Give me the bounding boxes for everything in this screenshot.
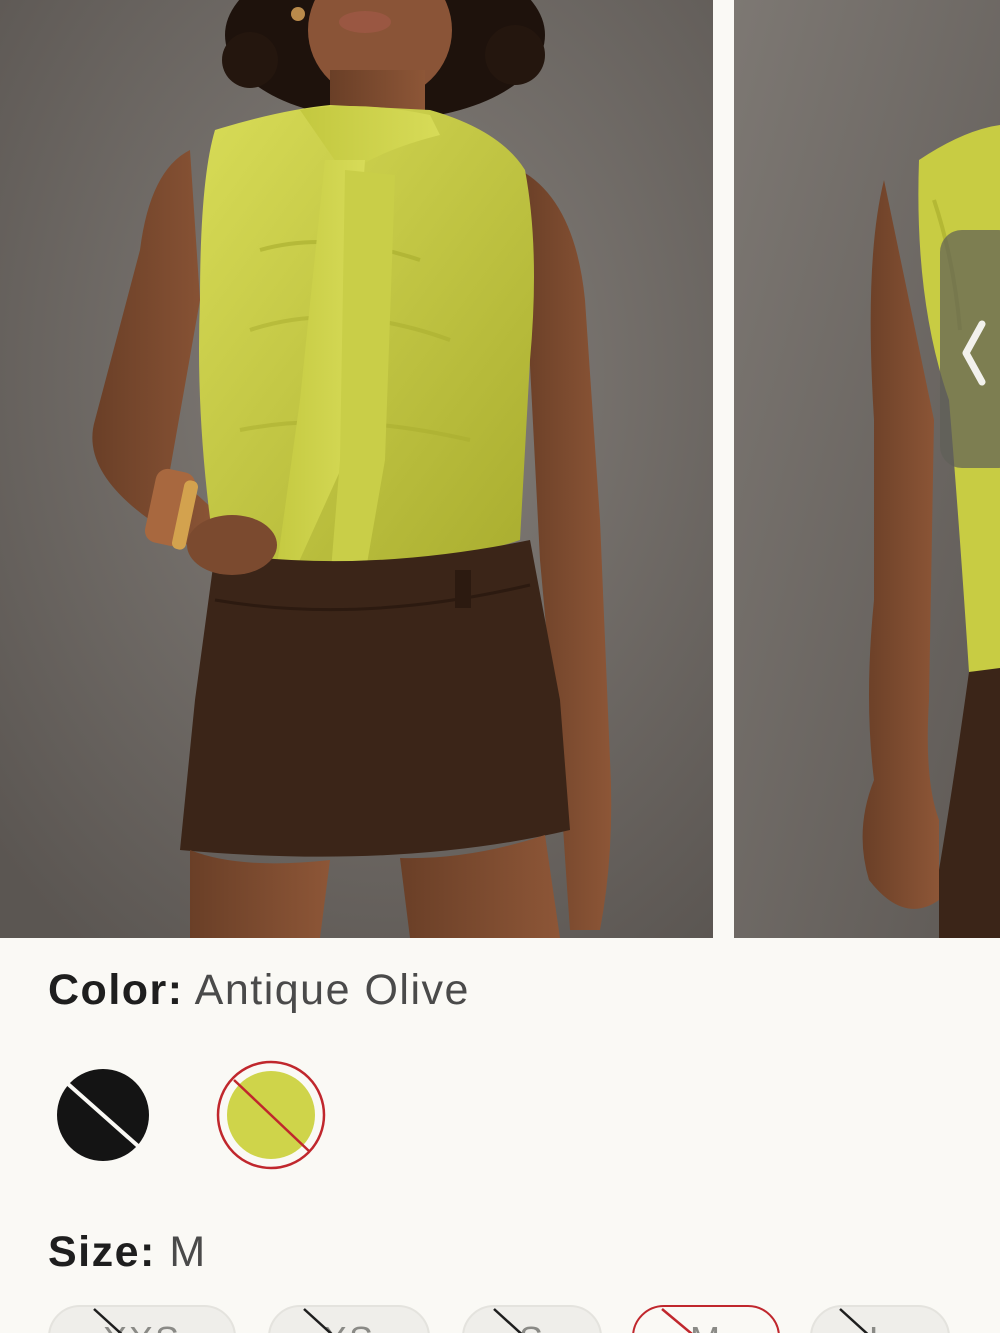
chevron-left-icon (962, 320, 986, 386)
color-selection-heading: Color: Antique Olive (48, 966, 470, 1015)
product-page: Color: Antique Olive Size: M XXS XS S (0, 0, 1000, 1333)
unavailable-strike-icon (303, 1308, 333, 1333)
size-option-xs[interactable]: XS (268, 1305, 430, 1333)
size-label: Size: (48, 1228, 156, 1276)
color-label: Color: (48, 966, 184, 1014)
color-swatch-antique-olive[interactable] (216, 1060, 326, 1170)
product-photo-front[interactable] (0, 0, 713, 938)
black-swatch-graphic (57, 1069, 149, 1161)
color-swatch-black[interactable] (48, 1060, 158, 1170)
unavailable-strike-icon (93, 1308, 123, 1333)
gallery-previous-button[interactable] (940, 230, 1000, 468)
product-photo-side[interactable] (734, 0, 1000, 938)
product-image-gallery[interactable] (0, 0, 1000, 938)
selected-color-name: Antique Olive (194, 966, 470, 1014)
model-side-illustration (734, 0, 1000, 938)
size-option-xxs[interactable]: XXS (48, 1305, 236, 1333)
size-option-s[interactable]: S (462, 1305, 602, 1333)
olive-swatch-graphic (216, 1060, 326, 1170)
model-front-illustration (0, 0, 713, 938)
size-option-m[interactable]: M (632, 1305, 780, 1333)
unavailable-strike-icon (661, 1308, 693, 1333)
unavailable-strike-icon (493, 1308, 523, 1333)
selected-size-value: M (169, 1228, 207, 1276)
size-option-l[interactable]: L (810, 1305, 950, 1333)
size-selection-heading: Size: M (48, 1228, 207, 1277)
unavailable-strike-icon (839, 1308, 869, 1333)
